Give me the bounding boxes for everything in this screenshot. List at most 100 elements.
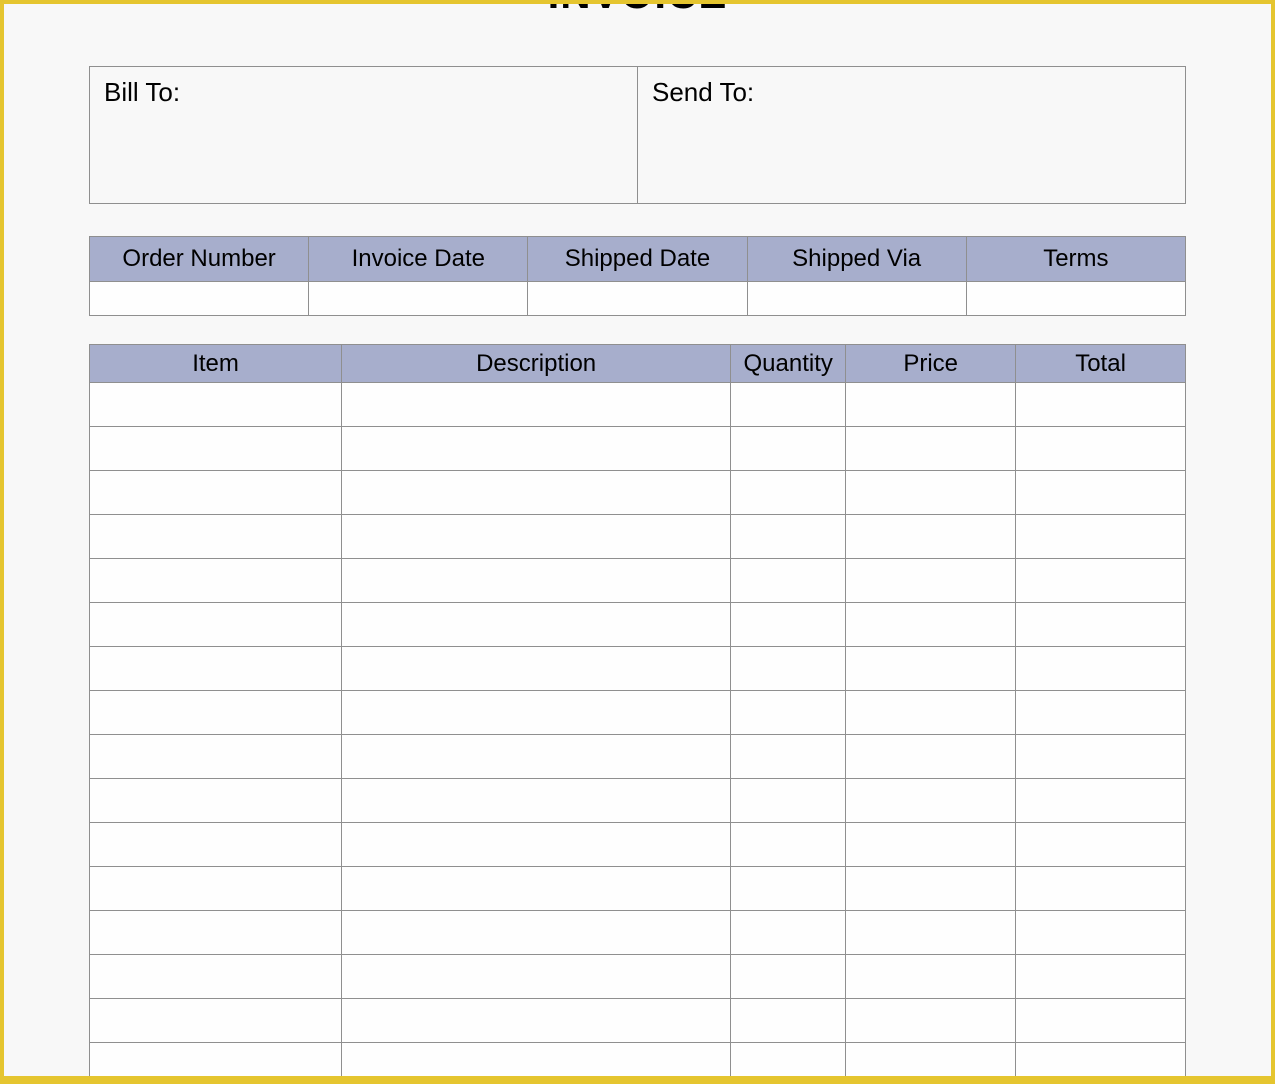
items-cell-price[interactable] [846, 383, 1016, 427]
items-cell-quantity[interactable] [731, 647, 846, 691]
info-header-shipped-date: Shipped Date [528, 237, 747, 282]
table-row [90, 999, 1186, 1043]
items-cell-quantity[interactable] [731, 999, 846, 1043]
items-cell-price[interactable] [846, 559, 1016, 603]
items-cell-price[interactable] [846, 471, 1016, 515]
items-cell-price[interactable] [846, 1043, 1016, 1077]
items-cell-quantity[interactable] [731, 603, 846, 647]
items-cell-quantity[interactable] [731, 779, 846, 823]
items-cell-description[interactable] [342, 823, 731, 867]
items-cell-item[interactable] [90, 1043, 342, 1077]
items-cell-item[interactable] [90, 999, 342, 1043]
items-cell-price[interactable] [846, 867, 1016, 911]
items-cell-item[interactable] [90, 515, 342, 559]
items-cell-total[interactable] [1016, 1043, 1186, 1077]
items-cell-item[interactable] [90, 471, 342, 515]
items-cell-item[interactable] [90, 603, 342, 647]
bill-to-label: Bill To: [104, 77, 180, 107]
items-cell-total[interactable] [1016, 823, 1186, 867]
info-cell-shipped-date[interactable] [528, 282, 747, 316]
items-cell-item[interactable] [90, 691, 342, 735]
items-cell-price[interactable] [846, 691, 1016, 735]
items-cell-quantity[interactable] [731, 691, 846, 735]
items-cell-price[interactable] [846, 911, 1016, 955]
items-cell-total[interactable] [1016, 559, 1186, 603]
info-cell-invoice-date[interactable] [309, 282, 528, 316]
items-cell-quantity[interactable] [731, 955, 846, 999]
items-cell-description[interactable] [342, 955, 731, 999]
items-cell-description[interactable] [342, 1043, 731, 1077]
items-cell-total[interactable] [1016, 779, 1186, 823]
items-cell-quantity[interactable] [731, 867, 846, 911]
items-cell-price[interactable] [846, 779, 1016, 823]
items-cell-description[interactable] [342, 867, 731, 911]
items-cell-description[interactable] [342, 471, 731, 515]
items-cell-quantity[interactable] [731, 1043, 846, 1077]
items-cell-total[interactable] [1016, 691, 1186, 735]
items-cell-description[interactable] [342, 691, 731, 735]
items-cell-total[interactable] [1016, 647, 1186, 691]
table-row [90, 691, 1186, 735]
items-header-price: Price [846, 345, 1016, 383]
items-cell-item[interactable] [90, 823, 342, 867]
items-cell-total[interactable] [1016, 911, 1186, 955]
items-cell-item[interactable] [90, 955, 342, 999]
items-cell-price[interactable] [846, 427, 1016, 471]
items-cell-total[interactable] [1016, 383, 1186, 427]
items-cell-price[interactable] [846, 603, 1016, 647]
bill-to-box[interactable]: Bill To: [90, 67, 637, 203]
items-cell-description[interactable] [342, 427, 731, 471]
items-cell-total[interactable] [1016, 427, 1186, 471]
table-row [90, 603, 1186, 647]
items-cell-description[interactable] [342, 999, 731, 1043]
items-cell-description[interactable] [342, 911, 731, 955]
items-cell-item[interactable] [90, 647, 342, 691]
items-cell-item[interactable] [90, 867, 342, 911]
items-cell-description[interactable] [342, 383, 731, 427]
items-cell-item[interactable] [90, 911, 342, 955]
items-cell-quantity[interactable] [731, 735, 846, 779]
page-title: INVOICE [89, 4, 1186, 18]
items-cell-total[interactable] [1016, 471, 1186, 515]
info-cell-order-number[interactable] [90, 282, 309, 316]
items-cell-quantity[interactable] [731, 823, 846, 867]
items-cell-total[interactable] [1016, 735, 1186, 779]
items-cell-total[interactable] [1016, 515, 1186, 559]
info-cell-shipped-via[interactable] [747, 282, 966, 316]
info-cell-terms[interactable] [966, 282, 1185, 316]
items-cell-price[interactable] [846, 823, 1016, 867]
items-cell-price[interactable] [846, 647, 1016, 691]
items-cell-description[interactable] [342, 559, 731, 603]
items-cell-item[interactable] [90, 427, 342, 471]
items-cell-price[interactable] [846, 735, 1016, 779]
items-cell-description[interactable] [342, 647, 731, 691]
table-row [90, 559, 1186, 603]
items-cell-total[interactable] [1016, 955, 1186, 999]
items-header-quantity: Quantity [731, 345, 846, 383]
items-cell-description[interactable] [342, 735, 731, 779]
items-cell-description[interactable] [342, 779, 731, 823]
table-row [90, 383, 1186, 427]
items-cell-quantity[interactable] [731, 559, 846, 603]
items-cell-quantity[interactable] [731, 515, 846, 559]
items-cell-quantity[interactable] [731, 911, 846, 955]
items-cell-price[interactable] [846, 515, 1016, 559]
table-row [90, 823, 1186, 867]
items-cell-price[interactable] [846, 955, 1016, 999]
items-cell-item[interactable] [90, 779, 342, 823]
items-cell-description[interactable] [342, 515, 731, 559]
table-row [90, 647, 1186, 691]
items-cell-quantity[interactable] [731, 383, 846, 427]
items-cell-quantity[interactable] [731, 471, 846, 515]
items-cell-total[interactable] [1016, 867, 1186, 911]
info-table: Order Number Invoice Date Shipped Date S… [89, 236, 1186, 316]
items-cell-total[interactable] [1016, 999, 1186, 1043]
items-cell-item[interactable] [90, 735, 342, 779]
items-cell-description[interactable] [342, 603, 731, 647]
items-cell-item[interactable] [90, 383, 342, 427]
items-cell-price[interactable] [846, 999, 1016, 1043]
items-cell-item[interactable] [90, 559, 342, 603]
items-cell-total[interactable] [1016, 603, 1186, 647]
items-cell-quantity[interactable] [731, 427, 846, 471]
send-to-box[interactable]: Send To: [637, 67, 1185, 203]
